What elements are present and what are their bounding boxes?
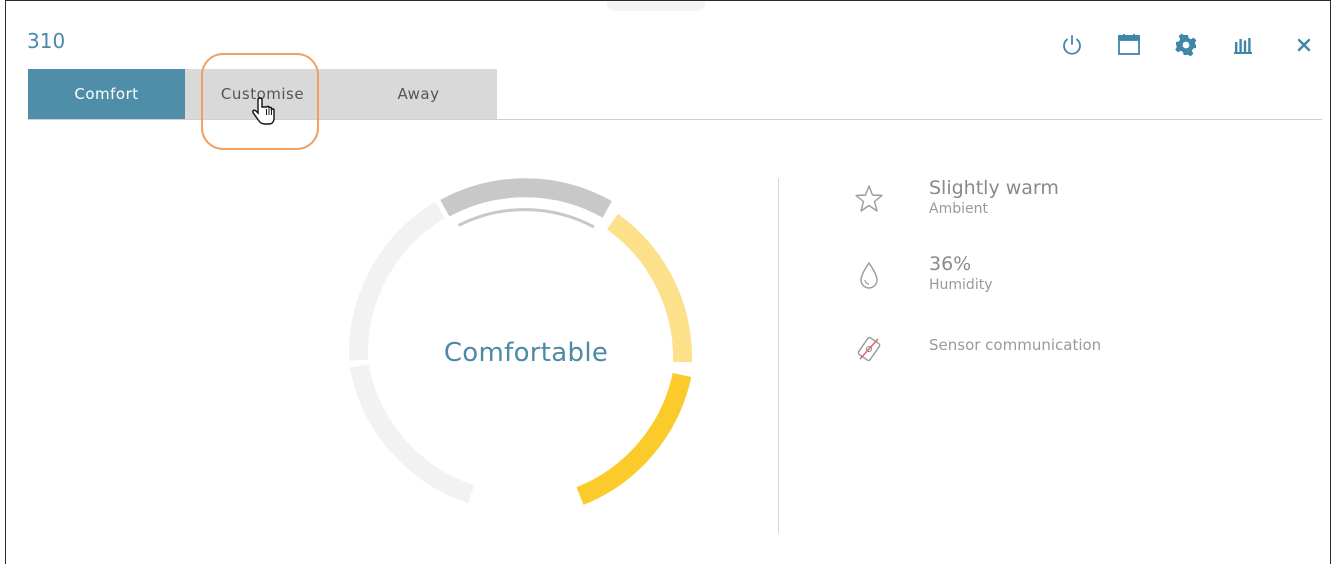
close-icon[interactable] (1290, 31, 1318, 59)
gauge-track-lower (349, 364, 475, 504)
tab-away[interactable]: Away (340, 69, 497, 119)
humidity-label: Humidity (929, 277, 993, 293)
gauge-inner-indicator (457, 208, 595, 229)
sensor-label: Sensor communication (929, 336, 1102, 354)
hand-cursor-icon (252, 97, 275, 125)
calendar-icon[interactable] (1115, 31, 1143, 59)
gear-icon[interactable] (1172, 31, 1200, 59)
divider (778, 178, 779, 533)
ambient-value: Slightly warm (929, 177, 1059, 199)
chart-icon[interactable] (1229, 31, 1257, 59)
comfort-status: Comfortable (443, 338, 609, 368)
humidity-value: 36% (929, 253, 972, 275)
comfort-gauge: Comfortable (336, 166, 716, 546)
room-title: 310 (27, 29, 66, 53)
star-icon (855, 185, 883, 212)
gauge-segment-top (440, 178, 612, 218)
window-notch (606, 1, 706, 11)
power-icon[interactable] (1058, 31, 1086, 59)
droplet-icon (860, 261, 878, 289)
room-window: 310 Comfort Customise Away Comfortable S… (5, 0, 1331, 564)
mode-tabs: Comfort Customise Away (28, 69, 1322, 120)
sensor-off-icon (857, 336, 881, 362)
tab-comfort[interactable]: Comfort (28, 69, 185, 119)
gauge-segment-hot (576, 372, 692, 505)
ambient-label: Ambient (929, 201, 988, 217)
